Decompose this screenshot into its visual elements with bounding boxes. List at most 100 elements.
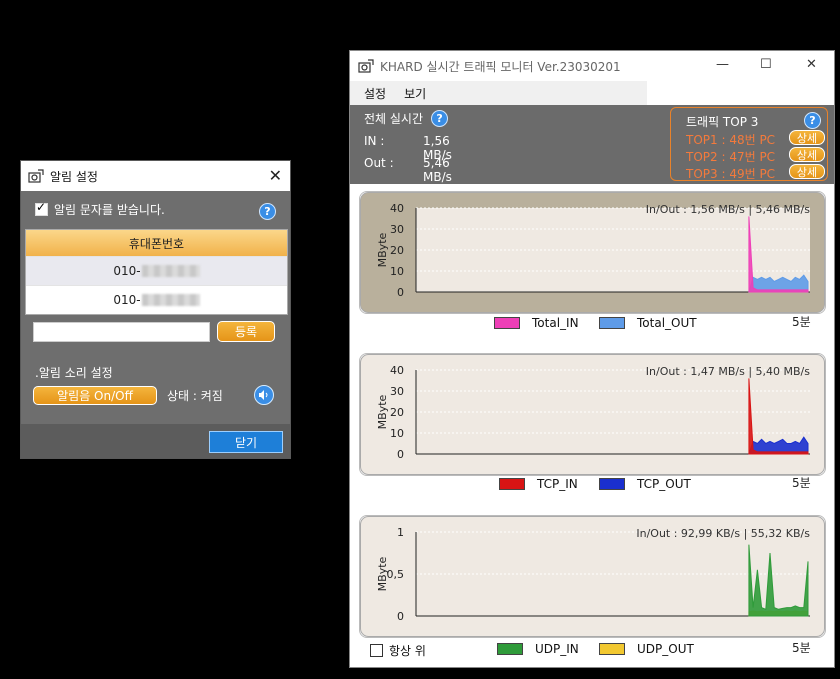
always-on-top-label: 항상 위 [389, 644, 426, 658]
top3-item-2: TOP2 : 47번 PC [686, 150, 776, 164]
phone-number: 010- [113, 293, 141, 307]
receive-sms-checkbox[interactable]: 알림 문자를 받습니다. [35, 200, 165, 218]
detail-button-1[interactable]: 상세 [789, 130, 825, 145]
y-tick-label: 0,5 [387, 568, 405, 581]
app-icon [358, 59, 374, 73]
redacted-number [141, 265, 200, 277]
redacted-number [141, 294, 200, 306]
maximize-icon[interactable]: ☐ [760, 57, 772, 72]
help-icon[interactable]: ? [431, 110, 449, 127]
checkbox-icon[interactable] [35, 200, 48, 216]
detail-button-3[interactable]: 상세 [789, 164, 825, 179]
y-tick-label: 10 [390, 265, 404, 278]
legend-total-out: Total_OUT [599, 316, 697, 330]
legend-swatch [497, 643, 523, 655]
minimize-icon[interactable]: — [716, 57, 729, 72]
menu-view[interactable]: 보기 [404, 85, 426, 102]
time-span-label: 5분 [792, 476, 811, 490]
total-traffic-plot: 40 30 20 10 0 MByte In/Out : 1,56 MB/s | 5,46 … [360, 192, 825, 313]
legend-swatch [499, 478, 525, 490]
in-rate: IN : 1,56 MB/s [364, 134, 452, 162]
legend-udp-out: UDP_OUT [599, 642, 694, 656]
menu-settings[interactable]: 설정 [364, 85, 386, 102]
y-tick-label: 0 [397, 610, 404, 623]
alarm-settings-dialog: 알림 설정 ✕ 알림 문자를 받습니다. ? 휴대폰번호 010- 010- 등… [20, 160, 291, 459]
out-value: 5,46 MB/s [423, 156, 452, 184]
menu-bar: 설정 보기 [350, 81, 647, 105]
legend-swatch [599, 643, 625, 655]
legend-swatch [494, 317, 520, 329]
top3-title: 트래픽 TOP 3 [686, 115, 759, 129]
chart-title: In/Out : 92,99 KB/s | 55,32 KB/s [636, 527, 810, 540]
legend-label: UDP_IN [535, 642, 579, 656]
top3-item-1: TOP1 : 48번 PC [686, 133, 776, 147]
legend-label: UDP_OUT [637, 642, 694, 656]
sound-status: 상태 : 켜짐 [167, 389, 223, 403]
phone-number: 010- [113, 264, 141, 278]
y-tick-label: 30 [390, 385, 404, 398]
tcp-traffic-plot: 40 30 20 10 0 MByte In/Out : 1,47 MB/s | 5,40 … [360, 354, 825, 475]
in-label: IN : [364, 134, 385, 148]
y-axis-label: MByte [376, 394, 389, 429]
detail-button-2[interactable]: 상세 [789, 147, 825, 162]
top3-item-3: TOP3 : 49번 PC [686, 167, 776, 181]
dialog-title: 알림 설정 [50, 169, 98, 184]
total-realtime-label: 전체 실시간 [364, 112, 424, 126]
close-icon[interactable]: ✕ [269, 166, 282, 185]
chart-title: In/Out : 1,47 MB/s | 5,40 MB/s [646, 365, 810, 378]
close-button[interactable]: 닫기 [209, 431, 283, 453]
close-icon[interactable]: ✕ [806, 57, 817, 72]
help-icon[interactable]: ? [259, 203, 276, 220]
dialog-footer: 닫기 [21, 424, 290, 458]
y-tick-label: 10 [390, 427, 404, 440]
legend-total-in: Total_IN [494, 316, 579, 330]
y-axis-label: MByte [376, 556, 389, 591]
total-traffic-chart: 40 30 20 10 0 MByte In/Out : 1,56 MB/s | 5,46 … [359, 191, 826, 314]
udp-traffic-chart: 1 0,5 0 MByte In/Out : 92,99 KB/s | 55,32 KB… [359, 515, 826, 638]
y-tick-label: 40 [390, 364, 404, 377]
y-tick-label: 20 [390, 406, 404, 419]
out-label: Out : [364, 156, 394, 170]
phone-list: 휴대폰번호 010- 010- [25, 229, 288, 315]
total-realtime: 전체 실시간 ? [364, 110, 449, 127]
phone-list-header: 휴대폰번호 [26, 230, 287, 256]
dialog-titlebar: 알림 설정 ✕ [21, 161, 290, 191]
legend-tcp-out: TCP_OUT [599, 477, 691, 491]
always-on-top-checkbox[interactable]: 항상 위 [370, 642, 426, 659]
help-icon[interactable]: ? [804, 112, 821, 129]
y-tick-label: 20 [390, 244, 404, 257]
legend-label: TCP_IN [537, 477, 578, 491]
y-axis-label: MByte [376, 232, 389, 267]
legend-label: Total_OUT [637, 316, 697, 330]
phone-input[interactable] [33, 322, 210, 342]
time-span-label: 5분 [792, 641, 811, 655]
phone-row[interactable]: 010- [26, 256, 287, 285]
speaker-icon[interactable] [254, 385, 274, 405]
legend-udp-in: UDP_IN [497, 642, 579, 656]
sound-settings-label: .알림 소리 설정 [35, 366, 113, 380]
tcp-traffic-chart: 40 30 20 10 0 MByte In/Out : 1,47 MB/s | 5,40 … [359, 353, 826, 476]
traffic-summary: 전체 실시간 ? IN : 1,56 MB/s Out : 5,46 MB/s … [350, 105, 834, 184]
time-span-label: 5분 [792, 315, 811, 329]
out-rate: Out : 5,46 MB/s [364, 156, 452, 184]
window-titlebar: KHARD 실시간 트래픽 모니터 Ver.23030201 — ☐ ✕ [350, 51, 834, 81]
traffic-monitor-window: KHARD 실시간 트래픽 모니터 Ver.23030201 — ☐ ✕ 설정 … [349, 50, 835, 668]
phone-row[interactable]: 010- [26, 285, 287, 314]
window-title: KHARD 실시간 트래픽 모니터 Ver.23030201 [380, 59, 621, 74]
sound-toggle-button[interactable]: 알림음 On/Off [33, 386, 157, 405]
legend-swatch [599, 317, 625, 329]
checkbox-icon[interactable] [370, 644, 383, 657]
chart-title: In/Out : 1,56 MB/s | 5,46 MB/s [646, 203, 810, 216]
receive-sms-label: 알림 문자를 받습니다. [54, 203, 165, 217]
app-icon [28, 169, 44, 183]
legend-swatch [599, 478, 625, 490]
udp-traffic-plot: 1 0,5 0 MByte In/Out : 92,99 KB/s | 55,32 KB… [360, 516, 825, 637]
top3-panel: 트래픽 TOP 3 ? TOP1 : 48번 PC 상세 TOP2 : 47번 … [670, 107, 828, 181]
legend-label: TCP_OUT [637, 477, 691, 491]
y-tick-label: 30 [390, 223, 404, 236]
y-tick-label: 40 [390, 202, 404, 215]
y-tick-label: 1 [397, 526, 404, 539]
y-tick-label: 0 [397, 448, 404, 461]
y-tick-label: 0 [397, 286, 404, 299]
register-button[interactable]: 등록 [217, 321, 275, 342]
